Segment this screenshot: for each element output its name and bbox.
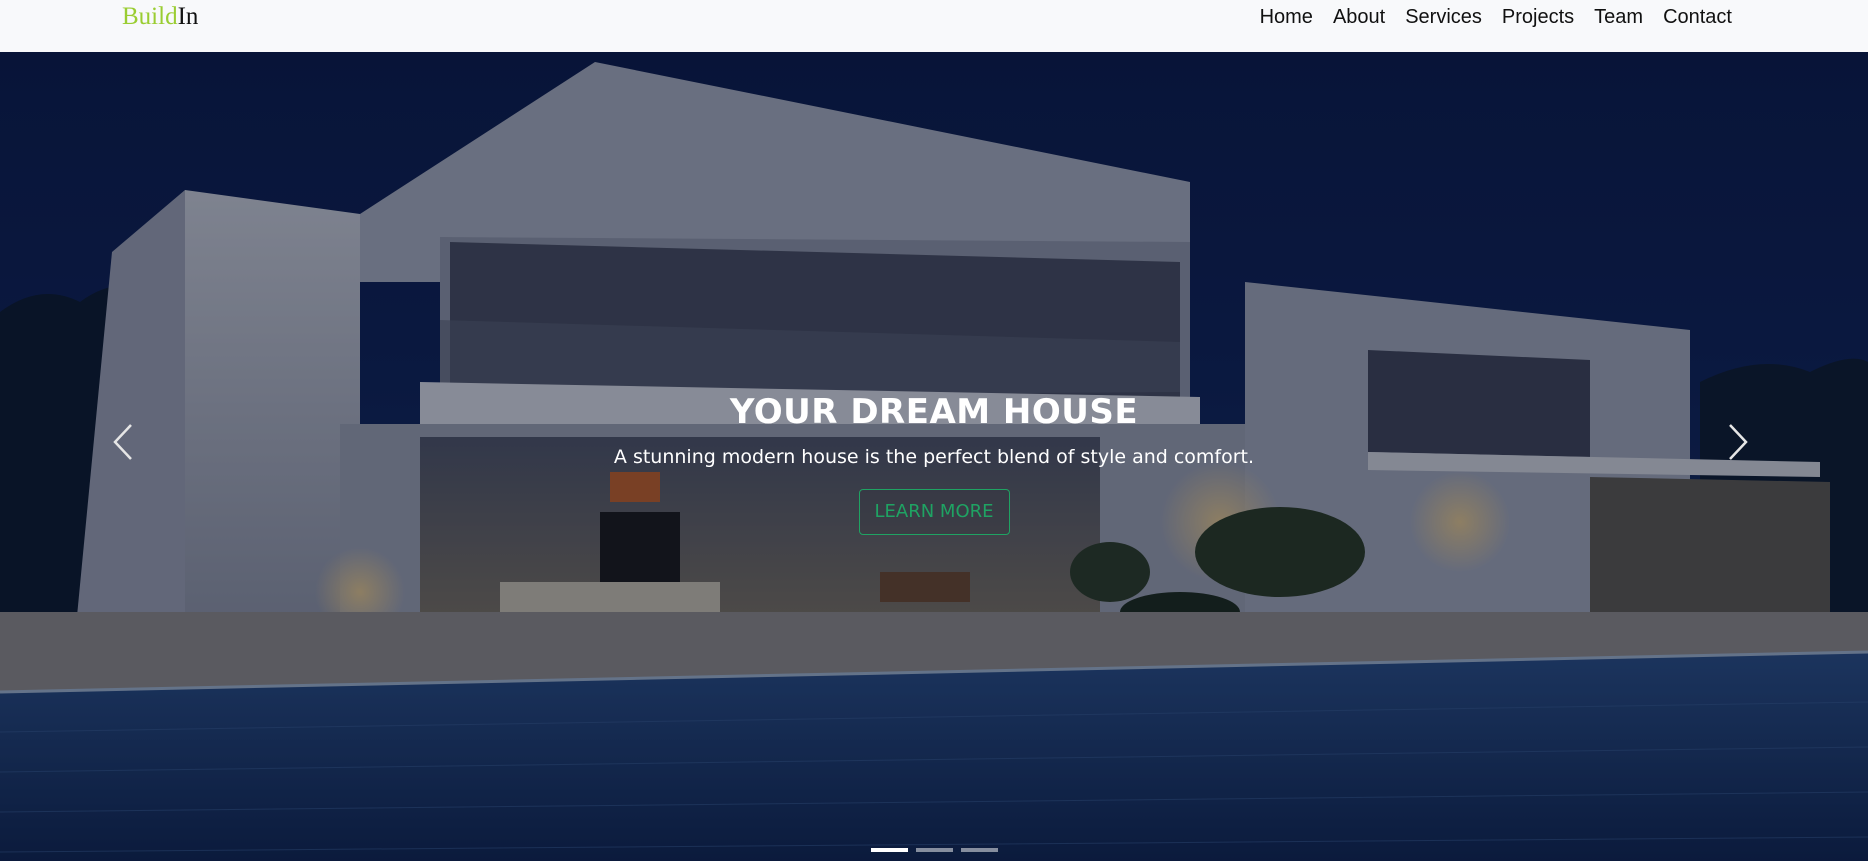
- carousel-indicators: [0, 844, 1868, 856]
- chevron-right-icon: [1729, 424, 1748, 460]
- hero-subtitle: A stunning modern house is the perfect b…: [613, 446, 1255, 468]
- main-nav: Home About Services Projects Team Contac…: [1260, 4, 1732, 30]
- brand-name-accent: Build: [122, 3, 178, 30]
- hero-caption: YOUR DREAM HOUSE A stunning modern house…: [0, 392, 1868, 535]
- nav-contact[interactable]: Contact: [1663, 4, 1732, 30]
- nav-services[interactable]: Services: [1405, 4, 1482, 30]
- carousel-indicator-3[interactable]: [960, 848, 998, 852]
- hero-carousel: YOUR DREAM HOUSE A stunning modern house…: [0, 52, 1868, 861]
- chevron-left-icon: [113, 424, 132, 460]
- nav-about[interactable]: About: [1333, 4, 1385, 30]
- carousel-next-button[interactable]: [1718, 412, 1758, 472]
- nav-projects[interactable]: Projects: [1502, 4, 1574, 30]
- hero-title: YOUR DREAM HOUSE: [729, 392, 1139, 432]
- nav-team[interactable]: Team: [1594, 4, 1643, 30]
- carousel-indicator-2[interactable]: [915, 848, 953, 852]
- brand-name-rest: In: [177, 3, 199, 30]
- carousel-indicator-1[interactable]: [870, 848, 908, 852]
- carousel-prev-button[interactable]: [103, 412, 143, 472]
- navbar: BuildIn Home About Services Projects Tea…: [0, 0, 1868, 52]
- nav-home[interactable]: Home: [1260, 4, 1313, 30]
- learn-more-button[interactable]: LEARN MORE: [858, 489, 1010, 535]
- brand-logo[interactable]: BuildIn: [122, 2, 198, 32]
